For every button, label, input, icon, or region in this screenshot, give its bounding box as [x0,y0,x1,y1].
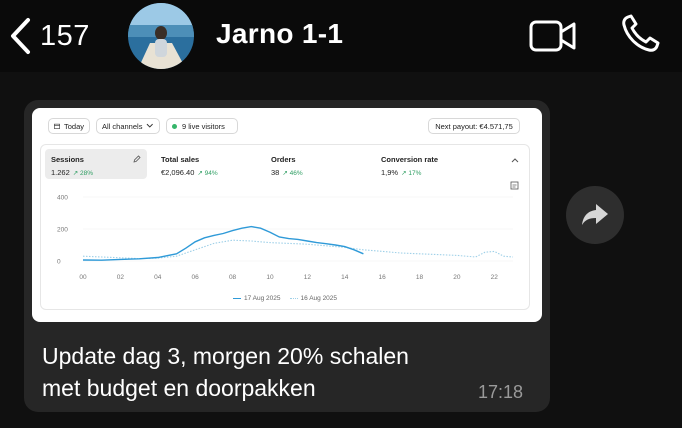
metric-value: 38 ↗ 46% [271,168,303,177]
series-line-current [82,225,364,261]
x-tick-label: 10 [266,274,274,281]
x-tick-label: 14 [341,274,349,281]
chevron-left-icon [11,18,30,54]
forward-button[interactable] [566,186,624,244]
y-tick-label: 400 [57,195,68,202]
legend-previous: 16 Aug 2025 [300,295,338,302]
chat-header: 157 Jarno 1-1 [0,0,682,72]
message-time: 17:18 [478,382,524,402]
video-call-button[interactable] [528,16,578,61]
shared-screenshot[interactable]: Today All channels 9 live visitors Next … [32,108,542,322]
message-text: Update dag 3, morgen 20% schalen met bud… [42,340,409,404]
video-camera-icon [529,20,576,52]
date-filter-label: Today [63,121,84,131]
analytics-panel: Sessions 1.262 ↗ 28% Total sales €2,096.4… [40,144,530,310]
phone-icon [622,14,660,52]
x-tick-label: 08 [229,274,237,281]
live-visitors-badge: 9 live visitors [166,118,238,134]
chevron-up-icon [511,158,519,163]
message-line: met budget en doorpakken [42,375,316,401]
metric-value: 1,9% ↗ 17% [381,168,422,177]
legend-line-previous [289,298,298,299]
x-tick-label: 06 [192,274,200,281]
metric-label: Conversion rate [381,155,439,164]
x-tick-label: 16 [379,274,387,281]
chevron-down-icon [147,123,154,128]
sessions-line-chart: 0 200 400 00 02 04 06 08 10 12 14 16 18 20 22 [57,195,514,281]
x-tick-label: 04 [154,274,162,281]
x-tick-label: 00 [79,274,87,281]
avatar[interactable] [128,3,194,69]
next-payout-badge: Next payout: €4.571,75 [428,118,520,134]
legend-current: 17 Aug 2025 [244,295,281,302]
live-visitors-label: 9 live visitors [182,121,225,131]
metric-value: 1.262 ↗ 28% [51,168,94,177]
metric-label: Total sales [161,155,200,164]
metric-total-sales: Total sales €2,096.40 ↗ 94% [155,149,257,179]
x-tick-label: 20 [453,274,461,281]
chat-title[interactable]: Jarno 1-1 [216,18,343,50]
unread-count: 157 [40,19,90,52]
channel-filter: All channels [96,118,160,134]
y-tick-label: 0 [57,259,61,266]
chart-legend: 17 Aug 2025 16 Aug 2025 [233,295,337,302]
metric-label: Orders [271,155,296,164]
legend-line-current [233,297,241,300]
calendar-icon [54,123,60,129]
x-tick-label: 22 [491,274,499,281]
date-filter: Today [48,118,90,134]
x-tick-label: 02 [117,274,125,281]
x-tick-label: 12 [304,274,312,281]
avatar-photo [128,3,194,69]
y-tick-label: 200 [57,227,68,234]
series-line-previous [82,239,514,260]
x-tick-label: 18 [416,274,424,281]
live-dot-icon [172,123,177,129]
metric-conversion-rate: Conversion rate 1,9% ↗ 17% [375,149,477,179]
metric-sessions: Sessions 1.262 ↗ 28% [45,149,147,179]
message-line: Update dag 3, morgen 20% schalen [42,343,409,369]
metric-label: Sessions [51,155,84,164]
metric-orders: Orders 38 ↗ 46% [265,149,367,179]
back-button[interactable]: 157 [8,14,90,58]
pencil-icon [133,155,141,163]
forward-arrow-icon [582,204,608,225]
message-bubble[interactable]: Today All channels 9 live visitors Next … [24,100,550,412]
metric-value: €2,096.40 ↗ 94% [161,168,218,177]
channel-filter-label: All channels [102,121,143,131]
voice-call-button[interactable] [618,12,662,61]
